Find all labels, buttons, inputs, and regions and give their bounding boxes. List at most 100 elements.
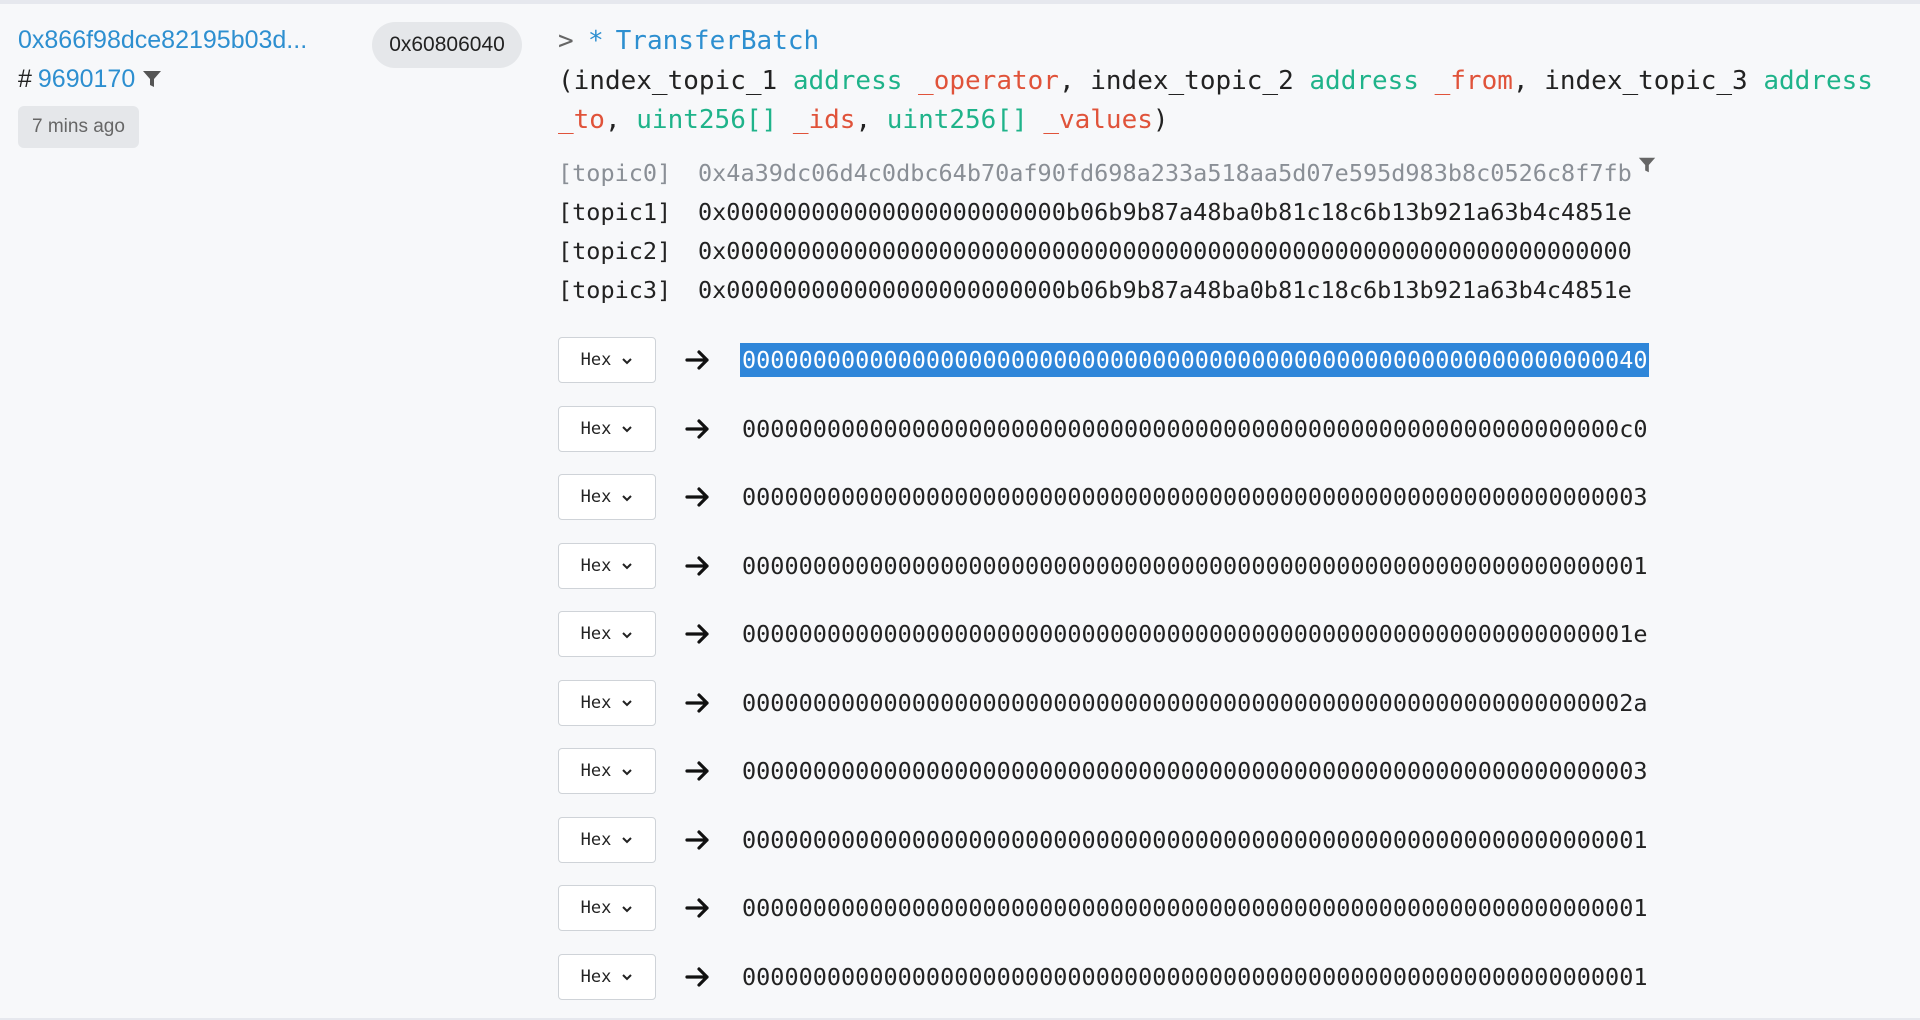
arrow-right-icon <box>656 348 740 372</box>
event-signature: (index_topic_1 address _operator , index_… <box>558 62 1898 140</box>
block-number-row: # 9690170 <box>18 62 338 96</box>
topics-list: [topic0] 0x4a39dc06d4c0dbc64b70af90fd698a… <box>558 154 1898 310</box>
data-row: Hex 0000000000000000000000000000000000000… <box>558 463 1898 532</box>
format-dropdown-label: Hex <box>580 898 612 919</box>
format-dropdown[interactable]: Hex <box>558 679 656 726</box>
format-dropdown-label: Hex <box>580 555 612 576</box>
format-dropdown[interactable]: Hex <box>558 337 656 384</box>
format-dropdown-label: Hex <box>580 418 612 439</box>
topic-label: [topic1] <box>558 198 672 226</box>
format-dropdown-label: Hex <box>580 829 612 850</box>
data-row: Hex 0000000000000000000000000000000000000… <box>558 874 1898 943</box>
top-divider <box>0 0 1920 4</box>
arrow-right-icon <box>656 622 740 646</box>
format-dropdown[interactable]: Hex <box>558 611 656 658</box>
event-name[interactable]: TransferBatch <box>616 26 820 56</box>
block-hash-sign: # <box>18 65 32 93</box>
data-value[interactable]: 0000000000000000000000000000000000000000… <box>740 617 1649 651</box>
event-details: > * TransferBatch (index_topic_1 address… <box>558 20 1898 1011</box>
arrow-right-icon <box>656 554 740 578</box>
data-value[interactable]: 0000000000000000000000000000000000000000… <box>740 343 1650 378</box>
format-dropdown[interactable]: Hex <box>558 816 656 863</box>
topic-value[interactable]: 0x4a39dc06d4c0dbc64b70af90fd698a233a518a… <box>698 154 1632 193</box>
data-row: Hex 0000000000000000000000000000000000000… <box>558 532 1898 601</box>
signature-token-type: uint256[] <box>886 105 1044 135</box>
chevron-down-icon <box>621 555 633 576</box>
chevron-down-icon <box>621 350 633 371</box>
topic-row: [topic3] 0x000000000000000000000000b06b9b… <box>558 271 1898 310</box>
topic-row: [topic2] 0x000000000000000000000000000000… <box>558 232 1898 271</box>
signature-token-type: address <box>1763 66 1873 96</box>
format-dropdown[interactable]: Hex <box>558 748 656 795</box>
format-dropdown-label: Hex <box>580 761 612 782</box>
chevron-down-icon <box>621 761 633 782</box>
data-value[interactable]: 0000000000000000000000000000000000000000… <box>740 823 1649 857</box>
topic-label: [topic0] <box>558 159 672 187</box>
signature-token-plain: , <box>855 105 887 135</box>
data-value[interactable]: 0000000000000000000000000000000000000000… <box>740 412 1649 446</box>
format-dropdown[interactable]: Hex <box>558 474 656 521</box>
event-header[interactable]: > * TransferBatch <box>558 20 1898 62</box>
chevron-down-icon <box>621 898 633 919</box>
data-row: Hex 0000000000000000000000000000000000000… <box>558 943 1898 1012</box>
arrow-right-icon <box>656 965 740 989</box>
topic-value[interactable]: 0x000000000000000000000000b06b9b87a48ba0… <box>698 271 1632 310</box>
data-value[interactable]: 0000000000000000000000000000000000000000… <box>740 891 1649 925</box>
expand-chevron-icon[interactable]: > <box>558 26 588 56</box>
signature-token-type: address <box>1309 66 1435 96</box>
topic-row: [topic1] 0x000000000000000000000000b06b9b… <box>558 193 1898 232</box>
signature-token-param: _values <box>1043 105 1153 135</box>
format-dropdown[interactable]: Hex <box>558 405 656 452</box>
arrow-right-icon <box>656 691 740 715</box>
signature-token-param: _to <box>558 105 605 135</box>
chevron-down-icon <box>621 829 633 850</box>
signature-token-type: uint256[] <box>636 105 793 135</box>
signature-token-punct: ) <box>1152 105 1169 135</box>
format-dropdown[interactable]: Hex <box>558 542 656 589</box>
arrow-right-icon <box>656 485 740 509</box>
data-row: Hex 0000000000000000000000000000000000000… <box>558 669 1898 738</box>
signature-token-plain: , index_topic_3 <box>1512 66 1764 96</box>
filter-icon[interactable] <box>141 68 163 90</box>
log-meta: 0x866f98dce82195b03d... # 9690170 7 mins… <box>18 22 338 148</box>
arrow-right-icon <box>656 828 740 852</box>
signature-token-param: _from <box>1434 66 1513 96</box>
signature-token-plain: index_topic_1 <box>573 66 793 96</box>
topic-value[interactable]: 0x00000000000000000000000000000000000000… <box>698 232 1632 271</box>
topic-value[interactable]: 0x000000000000000000000000b06b9b87a48ba0… <box>698 193 1632 232</box>
data-row: Hex 0000000000000000000000000000000000000… <box>558 326 1898 395</box>
data-rows-list: Hex 0000000000000000000000000000000000000… <box>558 326 1898 1011</box>
data-row: Hex 0000000000000000000000000000000000000… <box>558 806 1898 875</box>
block-number-link[interactable]: 9690170 <box>38 62 135 96</box>
format-dropdown-label: Hex <box>580 487 612 508</box>
chevron-down-icon <box>621 624 633 645</box>
arrow-right-icon <box>656 417 740 441</box>
data-value[interactable]: 0000000000000000000000000000000000000000… <box>740 480 1649 514</box>
filter-icon[interactable] <box>1636 154 1658 176</box>
topic-label: [topic3] <box>558 276 672 304</box>
format-dropdown-label: Hex <box>580 624 612 645</box>
arrow-right-icon <box>656 896 740 920</box>
signature-token-param: _operator <box>918 66 1059 96</box>
format-dropdown[interactable]: Hex <box>558 885 656 932</box>
time-ago-badge: 7 mins ago <box>18 106 139 148</box>
chevron-down-icon <box>621 692 633 713</box>
chevron-down-icon <box>621 418 633 439</box>
data-row: Hex 0000000000000000000000000000000000000… <box>558 737 1898 806</box>
format-dropdown-label: Hex <box>580 966 612 987</box>
format-dropdown-label: Hex <box>580 350 612 371</box>
contract-address-link[interactable]: 0x866f98dce82195b03d... <box>18 22 338 58</box>
signature-token-punct: ( <box>558 66 574 96</box>
format-dropdown[interactable]: Hex <box>558 953 656 1000</box>
data-value[interactable]: 0000000000000000000000000000000000000000… <box>740 549 1649 583</box>
signature-token-plain: , <box>604 105 637 135</box>
data-row: Hex 0000000000000000000000000000000000000… <box>558 600 1898 669</box>
data-row: Hex 0000000000000000000000000000000000000… <box>558 395 1898 464</box>
data-value[interactable]: 0000000000000000000000000000000000000000… <box>740 686 1649 720</box>
event-star-icon: * <box>588 26 604 56</box>
signature-token-type: address <box>792 66 919 96</box>
data-value[interactable]: 0000000000000000000000000000000000000000… <box>740 754 1649 788</box>
method-selector-badge: 0x60806040 <box>372 22 522 68</box>
data-value[interactable]: 0000000000000000000000000000000000000000… <box>740 960 1649 994</box>
format-dropdown-label: Hex <box>580 692 612 713</box>
